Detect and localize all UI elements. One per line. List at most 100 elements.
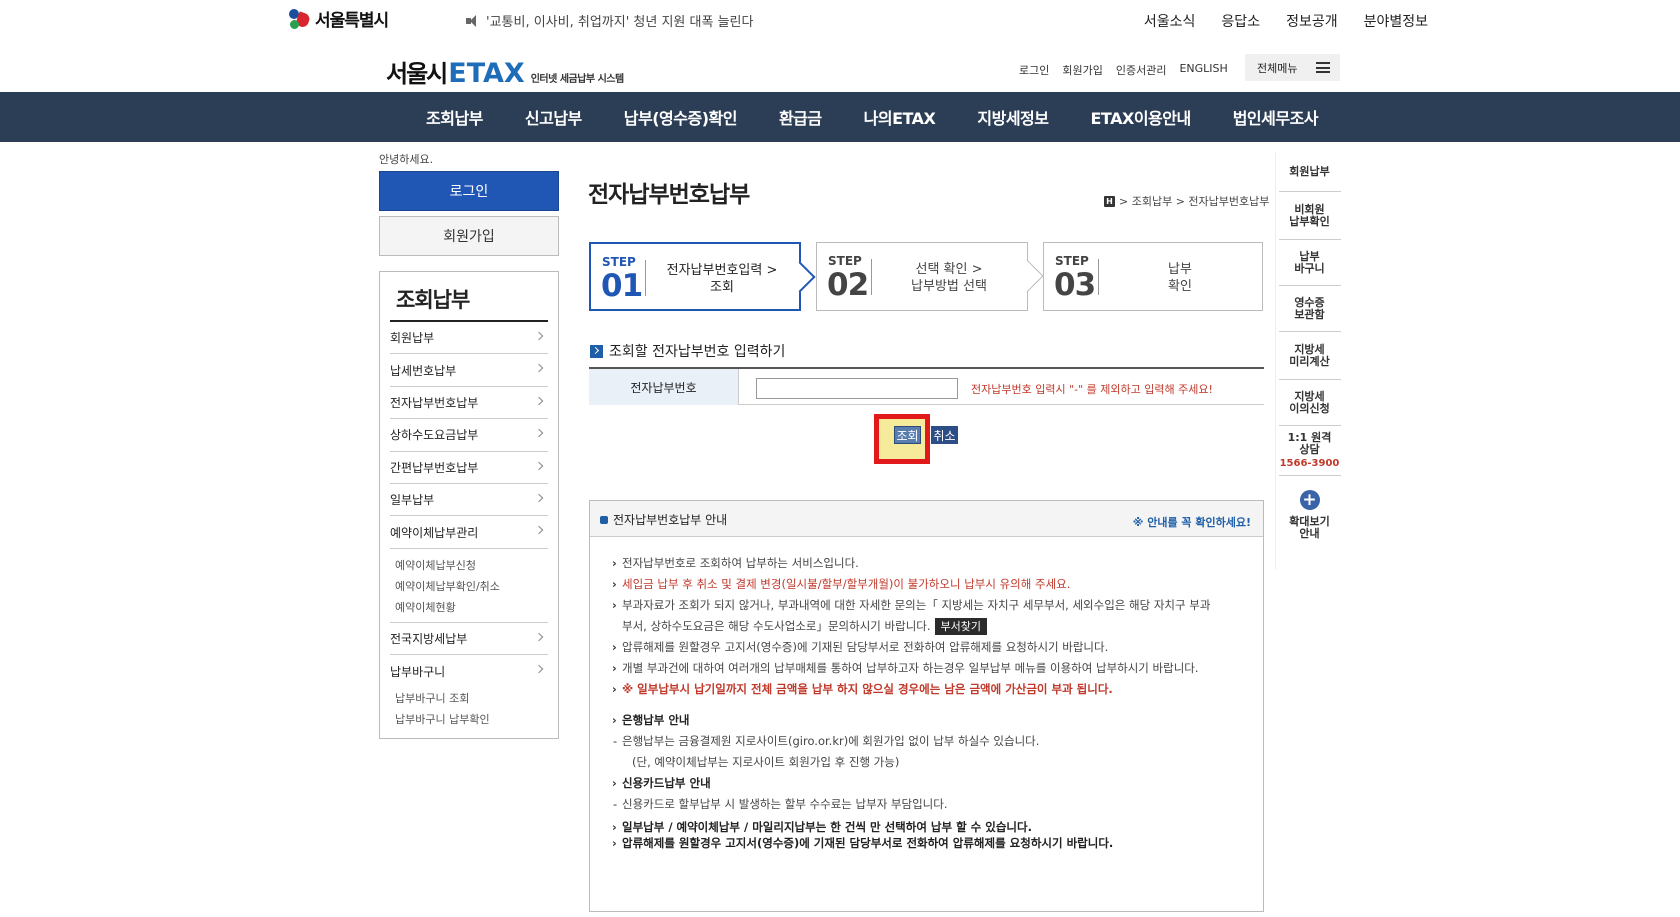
side-nav-item-epay[interactable]: 전자납부번호납부 xyxy=(390,387,548,420)
guide-line: 개별 부과건에 대하여 여러개의 납부매체를 통하여 납부하고자 하는경우 일부… xyxy=(610,658,1250,679)
top-link-eungdapso[interactable]: 응답소 xyxy=(1221,11,1260,31)
search-button[interactable]: 조회 xyxy=(894,426,921,444)
section-heading-text: 조회할 전자납부번호 입력하기 xyxy=(609,344,786,360)
guide-line: 압류해제를 원할경우 고지서(영수증)에 기재된 담당부서로 전화하여 압류해제… xyxy=(610,637,1250,658)
page-title: 전자납부번호납부 xyxy=(588,182,750,208)
chevron-right-icon xyxy=(534,461,544,470)
section-heading: 조회할 전자납부번호 입력하기 xyxy=(590,341,785,361)
step-01: STEP 01 전자납부번호입력 > 조회 xyxy=(589,242,816,311)
gnb-item-inquiry[interactable]: 조회납부 xyxy=(405,105,504,129)
step-separator xyxy=(871,259,872,295)
header: 서울시 ETAX 인터넷 세금납부 시스템 로그인 회원가입 인증서관리 ENG… xyxy=(0,40,1680,92)
side-nav-sub-item[interactable]: 예약이체납부확인/취소 xyxy=(395,576,548,597)
quick-remote-support[interactable]: 1:1 원격 상담 1566-3900 xyxy=(1278,426,1341,476)
chevron-right-icon xyxy=(534,632,544,641)
side-nav-sub-item[interactable]: 납부바구니 조회 xyxy=(395,688,548,709)
step-03: STEP 03 납부 확인 xyxy=(1043,242,1263,311)
all-menu-button[interactable]: 전체메뉴 xyxy=(1245,54,1340,81)
join-button[interactable]: 회원가입 xyxy=(379,216,559,256)
seoul-logo[interactable]: 서울특별시 xyxy=(287,6,389,31)
step-label: STEP xyxy=(602,255,636,269)
quick-tax-calc[interactable]: 지방세 미리계산 xyxy=(1278,332,1341,380)
gnb-item-local-tax[interactable]: 지방세정보 xyxy=(956,105,1069,129)
quick-label: 안내 xyxy=(1299,527,1320,540)
notice-text[interactable]: '교통비, 이사비, 취업까지' 청년 지원 대폭 늘린다 xyxy=(486,11,753,30)
side-nav-sub-reserve: 예약이체납부신청 예약이체납부확인/취소 예약이체현황 xyxy=(390,549,548,623)
chevron-right-icon xyxy=(534,526,544,535)
utility-links: 로그인 회원가입 인증서관리 ENGLISH xyxy=(1019,62,1228,78)
side-nav-item-partial[interactable]: 일부납부 xyxy=(390,484,548,517)
guide-title-text: 전자납부번호납부 안내 xyxy=(613,513,728,527)
chevron-right-icon xyxy=(534,331,544,341)
side-nav-item-label: 예약이체납부관리 xyxy=(390,525,479,540)
side-nav-item-reserve[interactable]: 예약이체납부관리 xyxy=(390,516,548,549)
quick-label: 미리계산 xyxy=(1289,354,1330,368)
quick-objection[interactable]: 지방세 이의신청 xyxy=(1278,380,1341,426)
side-nav-item-label: 전국지방세납부 xyxy=(390,631,468,646)
find-dept-button[interactable]: 부서찾기 xyxy=(934,618,987,635)
quick-basket[interactable]: 납부 바구니 xyxy=(1278,240,1341,286)
side-nav-item-member[interactable]: 회원납부 xyxy=(390,322,548,355)
util-english[interactable]: ENGLISH xyxy=(1179,62,1227,78)
seoul-logo-text: 서울특별시 xyxy=(315,11,389,31)
gnb-item-report[interactable]: 신고납부 xyxy=(504,105,603,129)
side-nav-sub-item[interactable]: 예약이체현황 xyxy=(395,597,548,618)
cancel-button[interactable]: 취소 xyxy=(931,426,958,444)
quick-member-pay[interactable]: 회원납부 xyxy=(1278,152,1341,192)
util-login[interactable]: 로그인 xyxy=(1019,62,1049,78)
quick-phone: 1566-3900 xyxy=(1279,457,1340,469)
guide-line: 신용카드로 할부납부 시 발생하는 할부 수수료는 납부자 부담입니다. xyxy=(610,794,1250,815)
step-number: 02 xyxy=(827,267,869,303)
side-nav-item-water[interactable]: 상하수도요금납부 xyxy=(390,419,548,452)
step-number: 01 xyxy=(601,268,643,304)
arrow-box-icon xyxy=(590,344,603,358)
util-join[interactable]: 회원가입 xyxy=(1062,62,1102,78)
gnb-item-guide[interactable]: ETAX이용안내 xyxy=(1070,105,1212,129)
top-link-field[interactable]: 분야별정보 xyxy=(1364,11,1428,31)
greeting: 안녕하세요. xyxy=(379,153,434,166)
login-button[interactable]: 로그인 xyxy=(379,171,559,211)
side-nav-sub-item[interactable]: 예약이체납부신청 xyxy=(395,555,548,576)
side-nav: 조회납부 회원납부 납세번호납부 전자납부번호납부 상하수도요금납부 간편납부번… xyxy=(379,271,559,739)
guide-subtitle: 신용카드납부 안내 xyxy=(610,773,1250,794)
top-link-info[interactable]: 정보공개 xyxy=(1286,11,1338,31)
side-nav-item-basket[interactable]: 납부바구니 xyxy=(390,655,548,687)
home-icon[interactable]: H xyxy=(1104,195,1115,207)
chevron-right-icon xyxy=(534,364,544,373)
quick-label: 회원납부 xyxy=(1289,164,1330,178)
step-text-line1: 전자납부번호입력 > xyxy=(666,263,778,278)
etax-logo[interactable]: 서울시 ETAX 인터넷 세금납부 시스템 xyxy=(386,54,624,89)
quick-receipt-box[interactable]: 영수증 보관함 xyxy=(1278,286,1341,332)
quick-label: 1:1 원격 xyxy=(1287,430,1332,444)
chevron-right-icon xyxy=(534,428,544,438)
util-cert[interactable]: 인증서관리 xyxy=(1116,62,1167,78)
top-link-news[interactable]: 서울소식 xyxy=(1144,11,1196,31)
side-nav-item-simple[interactable]: 간편납부번호납부 xyxy=(390,452,548,484)
quick-zoom-guide[interactable]: + 확대보기 안내 xyxy=(1279,476,1341,554)
guide-line: 세입금 납부 후 취소 및 결제 변경(일시불/할부/할부개월)이 불가하오니 … xyxy=(610,574,1250,595)
guide-line-text: 부과자료가 조회가 되지 않거나, 부과내역에 대한 자세한 문의는「 지방세는… xyxy=(622,598,1211,612)
side-nav-sub-item[interactable]: 납부바구니 납부확인 xyxy=(395,709,548,730)
guide-line: 은행납부는 금융결제원 지로사이트(giro.or.kr)에 회원가입 없이 납… xyxy=(610,731,1250,752)
gnb-item-my-etax[interactable]: 나의ETAX xyxy=(843,105,957,129)
quick-nonmember-check[interactable]: 비회원 납부확인 xyxy=(1278,192,1341,240)
plus-icon: + xyxy=(1299,490,1320,510)
step-text-line2: 납부방법 선택 xyxy=(911,279,987,294)
chevron-right-icon xyxy=(534,493,544,503)
notice-ticker[interactable]: '교통비, 이사비, 취업까지' 청년 지원 대폭 늘린다 xyxy=(466,11,753,30)
side-nav-item-nationwide[interactable]: 전국지방세납부 xyxy=(390,623,548,656)
gnb-item-receipt[interactable]: 납부(영수증)확인 xyxy=(603,105,758,129)
gnb-item-refund[interactable]: 환급금 xyxy=(758,105,843,129)
side-nav-item-taxno[interactable]: 납세번호납부 xyxy=(390,354,548,387)
guide-line: 부과자료가 조회가 되지 않거나, 부과내역에 대한 자세한 문의는「 지방세는… xyxy=(610,595,1250,637)
etax-logo-seoul: 서울시 xyxy=(386,60,448,88)
side-nav-item-label: 간편납부번호납부 xyxy=(390,460,479,475)
guide-warning: ※ 안내를 꼭 확인하세요! xyxy=(1132,516,1251,529)
chevron-right-icon xyxy=(534,664,544,674)
quick-label: 납부확인 xyxy=(1289,214,1330,228)
step-02: STEP 02 선택 확인 > 납부방법 선택 xyxy=(816,242,1044,311)
gnb-item-corp-audit[interactable]: 법인세무조사 xyxy=(1212,105,1339,129)
epay-number-input[interactable] xyxy=(756,378,958,399)
guide-line: 전자납부번호로 조회하여 납부하는 서비스입니다. xyxy=(610,553,1250,574)
step-text-line2: 확인 xyxy=(1168,279,1192,294)
